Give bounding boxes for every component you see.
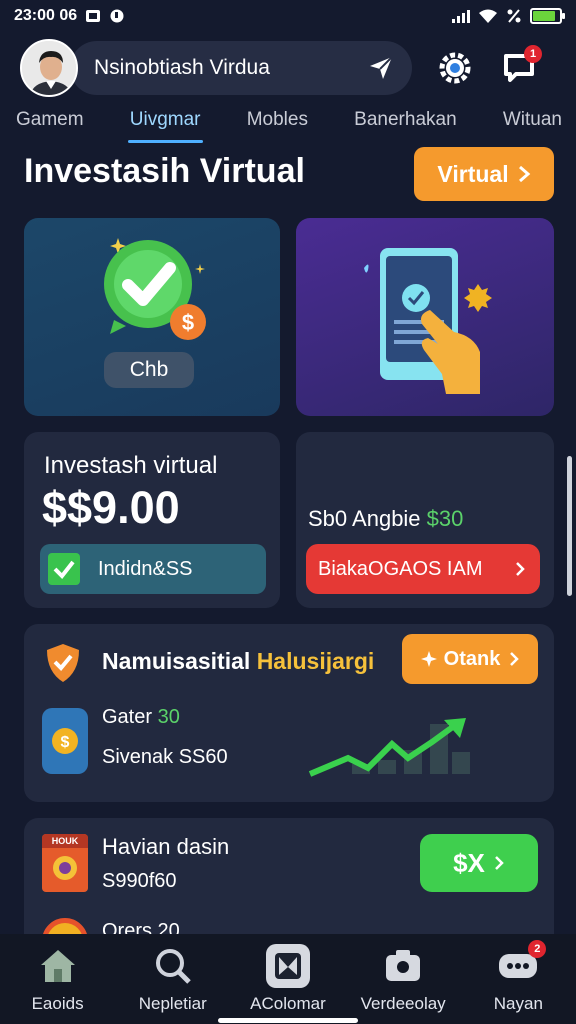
user-portrait-icon — [22, 41, 76, 95]
app-notification-icon — [110, 9, 124, 23]
promo-line-1-green: 30 — [157, 706, 180, 728]
settings-button[interactable] — [434, 47, 476, 89]
phone-tap-icon — [364, 248, 492, 394]
promo-button[interactable]: Otank — [402, 634, 538, 684]
product-title: Havian dasin — [102, 834, 230, 859]
product-badge-label: HOUK — [42, 834, 88, 848]
promo-line-1-white: Gater — [102, 706, 153, 728]
signal-icon — [452, 9, 470, 23]
balance-action-bar[interactable]: Indidn&SS — [40, 544, 266, 594]
virtual-button-label: Virtual — [437, 160, 509, 187]
home-icon — [36, 944, 80, 988]
balance-card[interactable]: Investash virtual $$9.00 Indidn&SS — [24, 432, 280, 608]
nav-label-home: Eaoids — [31, 994, 84, 1013]
angbie-action-label: BiakaOGAOS IAM — [318, 557, 483, 580]
chevron-right-icon — [518, 165, 530, 183]
header-title: Nsinobtiash Virdua — [94, 56, 270, 79]
balance-amount: $$9.00 — [42, 482, 180, 533]
promo-card[interactable]: Namuisasitial Halusijargi Otank $ Gater … — [24, 624, 554, 802]
sparkle-icon — [420, 651, 437, 667]
product-icon — [53, 856, 77, 880]
tab-uivgmar[interactable]: Uivgmar — [127, 103, 203, 143]
checkbox-checked-icon — [48, 553, 80, 585]
wifi-icon — [479, 9, 497, 23]
product-buy-label: $X — [453, 847, 485, 878]
balance-label: Investash virtual — [44, 452, 218, 479]
avatar[interactable] — [20, 39, 78, 97]
battery-icon — [530, 8, 565, 24]
camera-icon — [381, 944, 425, 988]
search-icon — [151, 944, 195, 988]
product-card[interactable]: HOUK Havian dasin S990f60 Orers 20 $X — [24, 818, 554, 948]
product-buy-button[interactable]: $X — [420, 834, 538, 892]
angbie-text-white: Sb0 Angbie — [308, 506, 421, 531]
header: Nsinobtiash Virdua 1 — [0, 36, 576, 100]
checkmark-coin-icon: $ — [104, 238, 206, 340]
nav-item-home[interactable]: Eaoids — [3, 944, 113, 1014]
tab-banerhakan[interactable]: Banerhakan — [354, 103, 456, 137]
chb-chip[interactable]: Chb — [104, 352, 194, 388]
nav-chat-badge: 2 — [528, 940, 547, 958]
virtual-button[interactable]: Virtual — [414, 147, 554, 201]
promo-title: Namuisasitial Halusijargi — [102, 648, 374, 675]
promo-line-1: Gater 30 — [102, 706, 180, 729]
bottom-navigation: Eaoids Nepletiar AColomar Verdeeolay 2 N… — [0, 934, 576, 1024]
promo-line-2: Sivenak SS60 — [102, 746, 228, 768]
home-indicator[interactable] — [218, 1018, 358, 1023]
app-icon — [265, 944, 310, 988]
gallery-icon — [86, 10, 101, 22]
chevron-right-icon — [516, 562, 525, 576]
nav-item-search[interactable]: Nepletiar — [118, 944, 228, 1014]
nav-item-chat[interactable]: 2 Nayan — [463, 940, 573, 1014]
gear-icon — [439, 52, 471, 84]
product-subtitle: S990f60 — [102, 870, 177, 892]
svg-text:$: $ — [182, 310, 194, 335]
nav-label-app: AColomar — [250, 994, 326, 1013]
balance-action-label: Indidn&SS — [98, 557, 193, 580]
page-title: Investasih Virtual — [24, 152, 305, 190]
notification-badge: 1 — [524, 45, 542, 63]
chevron-right-icon — [495, 856, 504, 870]
angbie-action-button[interactable]: BiakaOGAOS IAM — [306, 544, 540, 594]
angbie-text-green: $30 — [426, 506, 464, 531]
chevron-right-icon — [510, 652, 520, 666]
tab-mobles[interactable]: Mobles — [247, 103, 308, 137]
chat-icon: 2 — [496, 940, 547, 988]
growth-chart-icon — [308, 718, 470, 777]
status-time: 23:00 06 — [14, 7, 78, 24]
messages-button[interactable]: 1 — [498, 45, 542, 89]
status-bar: 23:00 06 — [0, 0, 576, 32]
send-icon[interactable] — [368, 55, 394, 81]
product-thumbnail: HOUK — [42, 834, 88, 892]
svg-text:$: $ — [61, 734, 70, 751]
tab-wituan[interactable]: Wituan — [503, 103, 562, 137]
nav-label-search: Nepletiar — [138, 994, 207, 1013]
nav-item-app[interactable]: AColomar — [233, 944, 343, 1014]
shield-check-icon — [47, 644, 79, 682]
percent-icon — [507, 9, 521, 23]
angbie-card[interactable]: Sb0 Angbie $30 BiakaOGAOS IAM — [296, 432, 554, 608]
checkmark-card[interactable]: $ Chb — [24, 218, 280, 416]
nav-label-camera: Verdeeolay — [360, 994, 446, 1013]
scrollbar[interactable] — [567, 456, 572, 596]
phone-tap-card[interactable] — [296, 218, 554, 416]
nav-item-camera[interactable]: Verdeeolay — [348, 944, 458, 1014]
promo-title-white: Namuisasitial — [102, 648, 251, 674]
nav-label-chat: Nayan — [493, 994, 543, 1013]
coin-badge-icon: $ — [42, 708, 88, 774]
category-tabs: Gamem Uivgmar Mobles Banerhakan Wituan — [0, 100, 576, 143]
tab-gamem[interactable]: Gamem — [16, 103, 84, 137]
promo-button-label: Otank — [443, 647, 501, 670]
angbie-text: Sb0 Angbie $30 — [308, 506, 463, 532]
promo-title-yellow: Halusijargi — [256, 648, 375, 674]
header-search-pill[interactable]: Nsinobtiash Virdua — [70, 41, 412, 95]
